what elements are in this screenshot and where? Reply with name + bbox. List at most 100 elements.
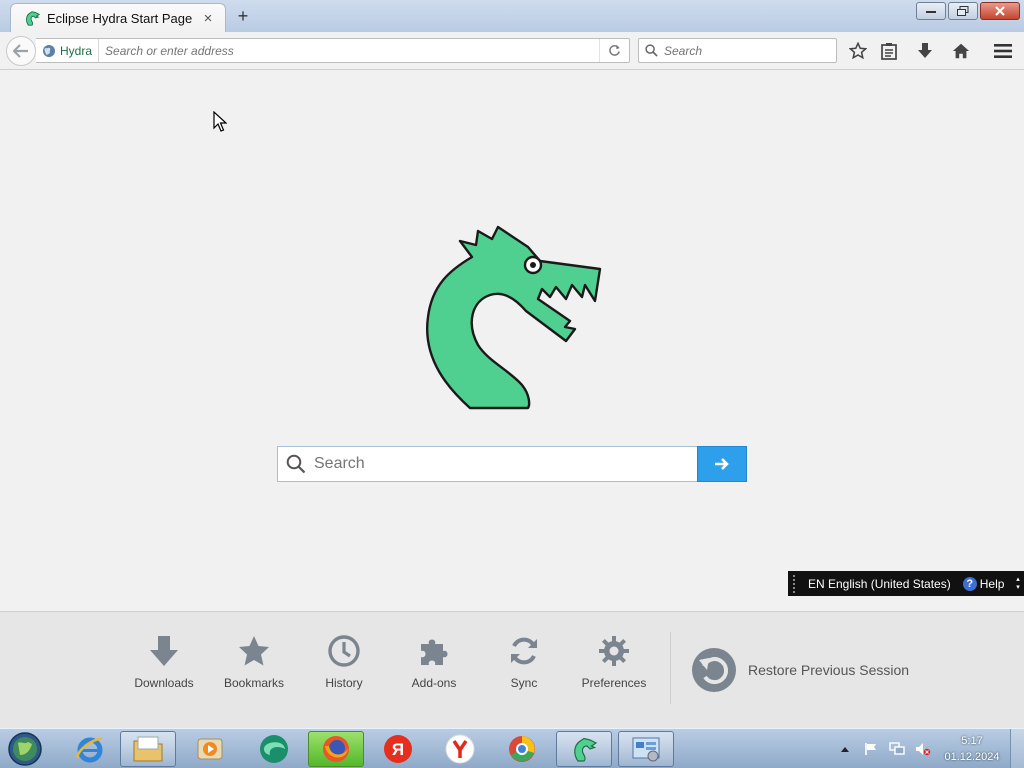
launcher-label: Sync — [510, 676, 538, 690]
show-hidden-icons-button[interactable] — [836, 740, 854, 758]
yandex-y-icon: Я — [384, 735, 412, 763]
chromium-like-icon — [509, 736, 535, 762]
input-language[interactable]: EN English (United States) — [808, 577, 951, 591]
reading-list-icon — [881, 43, 897, 60]
hydra-icon — [574, 737, 598, 762]
file-explorer-icon — [133, 736, 163, 762]
close-window-button[interactable] — [980, 2, 1020, 20]
tab-title: Eclipse Hydra Start Page — [47, 10, 193, 26]
url-bar[interactable]: Hydra — [36, 38, 630, 63]
launcher-label: History — [325, 676, 363, 690]
show-desktop-button[interactable] — [1010, 729, 1024, 768]
address-input[interactable] — [99, 43, 599, 58]
search-icon — [286, 454, 306, 474]
launcher-label: Preferences — [581, 676, 647, 690]
site-identity[interactable]: Hydra — [36, 39, 100, 62]
launcher-history[interactable]: History — [304, 634, 384, 692]
title-bar: Eclipse Hydra Start Page × + — [0, 0, 1024, 32]
main-search-field[interactable] — [277, 446, 697, 482]
downloads-button[interactable] — [914, 40, 936, 62]
clock-date: 01.12.2024 — [944, 751, 1000, 763]
control-panel-icon — [632, 737, 660, 762]
taskbar-chromium[interactable] — [494, 731, 550, 767]
taskbar-firefox[interactable] — [308, 731, 364, 767]
bookmark-star-button[interactable] — [847, 40, 869, 62]
reload-button[interactable] — [599, 39, 629, 62]
restore-window-button[interactable] — [948, 2, 978, 20]
taskbar-media-player[interactable] — [182, 731, 238, 767]
search-bar-input[interactable] — [658, 43, 836, 58]
main-search-input[interactable] — [306, 455, 697, 473]
taskbar-yandex-browser[interactable] — [432, 731, 488, 767]
taskbar-internet-explorer[interactable] — [62, 731, 118, 767]
minimize-button[interactable] — [916, 2, 946, 20]
launcher-bar: Downloads Bookmarks History Add-ons Sync… — [0, 611, 1024, 728]
launcher-preferences[interactable]: Preferences — [574, 634, 654, 692]
language-help[interactable]: ? Help — [962, 576, 1004, 591]
home-button[interactable] — [950, 40, 972, 62]
restore-session-icon — [692, 648, 736, 692]
menu-hamburger-icon — [994, 44, 1012, 58]
yandex-browser-icon — [445, 734, 475, 764]
taskbar-hydra[interactable] — [556, 731, 612, 767]
gear-icon — [599, 636, 629, 666]
media-player-icon — [197, 738, 223, 760]
windows-taskbar: Я 5:17 01.12.2024 — [0, 728, 1024, 768]
hydra-logo — [425, 225, 602, 410]
bookmark-star-icon — [849, 42, 867, 60]
taskbar-clock[interactable]: 5:17 01.12.2024 — [940, 733, 1004, 765]
taskbar-yandex[interactable]: Я — [370, 731, 426, 767]
network-tray[interactable] — [888, 740, 906, 758]
identity-label: Hydra — [60, 43, 93, 58]
restore-session-label: Restore Previous Session — [748, 662, 910, 678]
tab-start-page[interactable]: Eclipse Hydra Start Page × — [10, 3, 226, 32]
home-icon — [952, 43, 970, 59]
svg-text:Я: Я — [392, 740, 404, 759]
close-icon — [995, 6, 1005, 16]
network-icon — [889, 742, 905, 755]
puzzle-icon — [421, 639, 448, 665]
reading-list-button[interactable] — [878, 40, 900, 62]
mouse-cursor-icon — [213, 111, 227, 132]
search-bar[interactable] — [638, 38, 837, 63]
clock-time: 5:17 — [961, 735, 983, 747]
hydra-favicon-icon — [26, 11, 41, 26]
language-bar-grip[interactable] — [788, 571, 800, 596]
launcher-label: Bookmarks — [223, 676, 285, 690]
language-bar: EN English (United States) ? Help ▴ ▾ — [788, 571, 1024, 596]
restore-session-button[interactable]: Restore Previous Session — [690, 646, 909, 694]
launcher-addons[interactable]: Add-ons — [394, 634, 474, 692]
launcher-sync[interactable]: Sync — [484, 634, 564, 692]
launcher-bookmarks[interactable]: Bookmarks — [214, 634, 294, 692]
start-page-content: EN English (United States) ? Help ▴▾ — [0, 71, 1024, 611]
action-center-tray[interactable] — [862, 740, 880, 758]
taskbar-green-browser[interactable] — [246, 731, 302, 767]
arrow-right-icon — [715, 458, 729, 470]
launcher-label: Add-ons — [411, 676, 457, 690]
main-menu-button[interactable] — [992, 40, 1014, 62]
navigation-toolbar: Hydra — [0, 32, 1024, 70]
start-button[interactable] — [6, 731, 46, 767]
globe-icon — [43, 44, 55, 57]
reload-icon — [609, 44, 620, 56]
taskbar-file-explorer[interactable] — [120, 731, 176, 767]
system-tray: 5:17 01.12.2024 — [832, 729, 1024, 768]
chevron-up-icon — [841, 747, 849, 752]
sync-icon — [511, 637, 537, 665]
back-button[interactable] — [6, 36, 36, 66]
search-go-button[interactable] — [697, 446, 747, 482]
launcher-downloads[interactable]: Downloads — [124, 634, 204, 692]
volume-muted-icon — [916, 743, 931, 756]
clock-icon — [328, 635, 360, 667]
help-icon: ? — [962, 576, 977, 591]
new-tab-button[interactable]: + — [232, 5, 254, 27]
firefox-icon — [323, 736, 349, 762]
language-bar-options-icon[interactable]: ▴ ▾ — [1012, 576, 1024, 592]
launcher-separator — [670, 632, 671, 704]
tab-close-button[interactable]: × — [201, 10, 215, 27]
download-arrow-icon — [150, 636, 178, 666]
back-arrow-icon — [13, 44, 28, 58]
star-icon — [239, 636, 269, 666]
volume-tray[interactable] — [914, 740, 932, 758]
taskbar-control-panel[interactable] — [618, 731, 674, 767]
